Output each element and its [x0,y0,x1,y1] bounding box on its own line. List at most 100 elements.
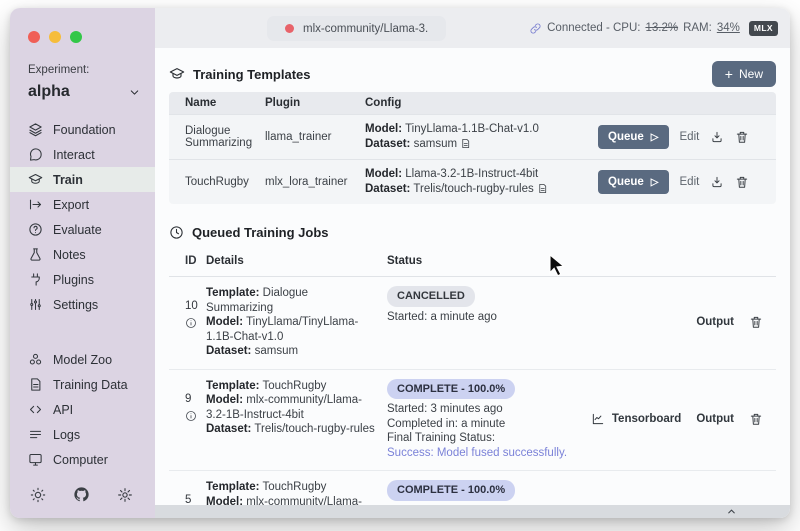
status-badge: COMPLETE - 100.0% [387,378,516,399]
sidebar-nav: Foundation Interact Train Export Evaluat… [10,117,155,472]
edit-link[interactable]: Edit [680,176,700,188]
minimize-window-button[interactable] [49,31,61,43]
sidebar-item-label: Plugins [53,272,94,287]
sidebar-item-notes[interactable]: Notes [10,242,155,267]
sidebar-item-model-zoo[interactable]: Model Zoo [10,347,155,372]
job-details: Template: TouchRugby Model: mlx-communit… [206,379,387,461]
template-name: Dialogue Summarizing [185,125,253,149]
edit-link[interactable]: Edit [680,131,700,143]
sidebar-item-label: Model Zoo [53,352,113,367]
new-button-label: New [738,67,763,81]
job-status: COMPLETE - 100.0% Started: 3 minutes ago… [387,378,579,461]
templates-table: Name Plugin Config Dialogue Summarizing … [169,92,776,204]
trash-icon[interactable] [749,315,763,329]
dataset-value: samsum [413,138,458,150]
sidebar-item-train[interactable]: Train [10,167,155,192]
download-icon[interactable] [710,130,724,144]
model-zoo-icon [28,352,43,367]
close-window-button[interactable] [28,31,40,43]
ram-label: RAM: [683,22,712,34]
column-header-plugin: Plugin [265,97,301,109]
info-icon[interactable] [185,410,206,422]
tensorboard-button[interactable]: Tensorboard [591,412,681,426]
header-bar: mlx-community/Llama-3. Connected - CPU: … [155,8,790,48]
zoom-window-button[interactable] [70,31,82,43]
queue-button[interactable]: Queue ▷ [598,170,669,194]
sidebar-item-settings[interactable]: Settings [10,292,155,317]
model-label: Model: [365,168,403,180]
job-actions: Output [579,286,776,359]
github-icon[interactable] [73,486,90,503]
queue-label: Queue [608,176,644,188]
sidebar-item-interact[interactable]: Interact [10,142,155,167]
job-id-cell: 9 [169,379,206,461]
template-plugin: mlx_lora_trainer [265,176,348,188]
experiment-selector[interactable]: alpha [28,83,141,101]
help-circle-icon [28,222,43,237]
queued-jobs-header: Queued Training Jobs [169,216,776,248]
section-title: Queued Training Jobs [192,224,329,240]
trash-icon[interactable] [749,412,763,426]
output-link[interactable]: Output [696,413,734,425]
status-badge: CANCELLED [387,286,475,307]
template-config: Model: Llama-3.2-1B-Instruct-4bit Datase… [365,167,598,197]
trash-icon[interactable] [735,130,749,144]
sidebar-item-label: API [53,402,74,417]
dataset-label: Dataset: [206,423,252,435]
job-details: Template: Dialogue Summarizing Model: Ti… [206,286,387,359]
ram-value: 34% [716,22,740,34]
sliders-icon [28,297,43,312]
section-title: Training Templates [193,66,311,82]
sidebar: Experiment: alpha Foundation Interact Tr… [10,8,155,518]
template-label: Template: [206,379,260,392]
info-icon[interactable] [185,317,206,329]
template-value: TouchRugby [262,481,327,493]
sidebar-item-plugins[interactable]: Plugins [10,267,155,292]
app-window: Experiment: alpha Foundation Interact Tr… [10,8,790,518]
queued-jobs-section: Queued Training Jobs ID Details Status 1… [169,216,776,518]
download-icon[interactable] [710,175,724,189]
sidebar-item-label: Training Data [53,377,128,392]
template-actions: Queue ▷ Edit [598,170,776,194]
sidebar-item-api[interactable]: API [10,397,155,422]
connection-status: Connected - CPU: 13.2% RAM: 34% MLX [529,20,790,36]
model-value: Llama-3.2-1B-Instruct-4bit [405,168,539,180]
sidebar-item-evaluate[interactable]: Evaluate [10,217,155,242]
sidebar-item-foundation[interactable]: Foundation [10,117,155,142]
tensorboard-label: Tensorboard [611,413,682,426]
dataset-file-icon[interactable] [537,183,548,194]
sidebar-item-training-data[interactable]: Training Data [10,372,155,397]
sidebar-item-label: Computer [53,452,108,467]
sidebar-item-computer[interactable]: Computer [10,447,155,472]
sidebar-item-label: Interact [53,147,95,162]
theme-sun-icon[interactable] [30,487,46,503]
content-area: Training Templates + New Name Plugin Con… [155,48,790,518]
dataset-label: Dataset: [206,345,252,357]
table-row: 10 Template: Dialogue Summarizing Model:… [169,277,776,370]
job-completed: Completed in: a minute [387,417,506,430]
table-row: Dialogue Summarizing llama_trainer Model… [169,114,776,159]
job-success-message: Success: Model fused successfully. [387,446,568,459]
gear-icon[interactable] [117,487,133,503]
trash-icon[interactable] [735,175,749,189]
queue-label: Queue [608,131,644,143]
sidebar-item-label: Export [53,197,90,212]
template-label: Template: [206,287,260,299]
chevron-up-icon[interactable] [726,506,737,517]
flask-icon [28,247,43,262]
dataset-file-icon[interactable] [460,138,471,149]
table-row: TouchRugby mlx_lora_trainer Model: Llama… [169,159,776,204]
output-link[interactable]: Output [696,316,734,328]
sidebar-item-logs[interactable]: Logs [10,422,155,447]
sidebar-item-label: Notes [53,247,86,262]
dataset-value: samsum [254,345,299,357]
new-template-button[interactable]: + New [711,61,776,87]
plus-icon: + [724,66,733,82]
template-plugin: llama_trainer [265,131,332,143]
sidebar-item-export[interactable]: Export [10,192,155,217]
current-model-badge[interactable]: mlx-community/Llama-3. [267,16,447,41]
connected-label: Connected - CPU: [547,22,641,34]
play-icon: ▷ [650,176,659,188]
layers-icon [28,122,43,137]
queue-button[interactable]: Queue ▷ [598,125,669,149]
